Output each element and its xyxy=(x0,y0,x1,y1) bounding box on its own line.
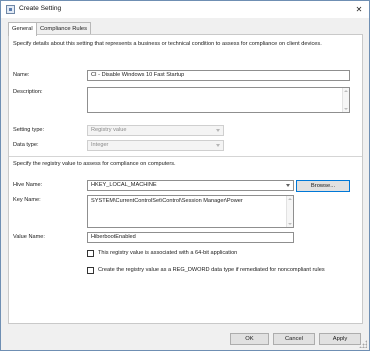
key-name-label: Key Name: xyxy=(13,197,41,203)
name-field[interactable]: CI - Disable Windows 10 Fast Startup xyxy=(87,70,350,81)
app-icon xyxy=(6,5,15,14)
checkbox-reg-dword[interactable] xyxy=(87,267,94,274)
description-label: Description: xyxy=(13,89,43,95)
data-type-select: Integer xyxy=(87,140,224,151)
registry-intro-text: Specify the registry value to assess for… xyxy=(13,161,176,167)
hive-name-value: HKEY_LOCAL_MACHINE xyxy=(91,182,157,188)
browse-button[interactable]: Browse... xyxy=(296,180,350,192)
chevron-down-icon xyxy=(216,144,220,147)
data-type-value: Integer xyxy=(91,142,109,148)
description-field[interactable] xyxy=(87,87,350,113)
key-name-scrollbar[interactable] xyxy=(286,196,293,227)
cancel-button[interactable]: Cancel xyxy=(273,333,315,345)
chevron-down-icon xyxy=(286,184,290,187)
key-name-value: SYSTEM\CurrentControlSet\Control\Session… xyxy=(91,198,243,204)
hive-name-label: Hive Name: xyxy=(13,182,43,188)
scroll-up-icon[interactable] xyxy=(288,198,292,200)
scroll-up-icon[interactable] xyxy=(344,90,348,92)
scroll-down-icon[interactable] xyxy=(344,108,348,110)
divider xyxy=(9,156,362,157)
apply-button[interactable]: Apply xyxy=(319,333,361,345)
title-bar: Create Setting ✕ xyxy=(1,1,369,18)
general-panel: Specify details about this setting that … xyxy=(8,34,363,324)
checkbox-64bit[interactable] xyxy=(87,250,94,257)
name-label: Name: xyxy=(13,72,30,78)
description-scrollbar[interactable] xyxy=(342,88,349,112)
ok-button[interactable]: OK xyxy=(230,333,269,345)
setting-type-value: Registry value xyxy=(91,127,127,133)
setting-type-select: Registry value xyxy=(87,125,224,136)
setting-type-label: Setting type: xyxy=(13,127,45,133)
hive-name-select[interactable]: HKEY_LOCAL_MACHINE xyxy=(87,180,294,191)
tab-general[interactable]: General xyxy=(8,22,37,36)
value-name-field[interactable]: HiberbootEnabled xyxy=(87,232,294,243)
data-type-label: Data type: xyxy=(13,142,39,148)
window-title: Create Setting xyxy=(19,5,62,12)
scroll-down-icon[interactable] xyxy=(288,223,292,225)
checkbox-reg-dword-label[interactable]: Create the registry value as a REG_DWORD… xyxy=(98,267,325,273)
value-name-label: Value Name: xyxy=(13,234,45,240)
create-setting-dialog: Create Setting ✕ General Compliance Rule… xyxy=(0,0,370,351)
checkbox-64bit-label[interactable]: This registry value is associated with a… xyxy=(98,250,237,256)
intro-text: Specify details about this setting that … xyxy=(13,41,322,47)
key-name-field[interactable]: SYSTEM\CurrentControlSet\Control\Session… xyxy=(87,195,294,228)
close-icon[interactable]: ✕ xyxy=(352,3,366,16)
chevron-down-icon xyxy=(216,129,220,132)
